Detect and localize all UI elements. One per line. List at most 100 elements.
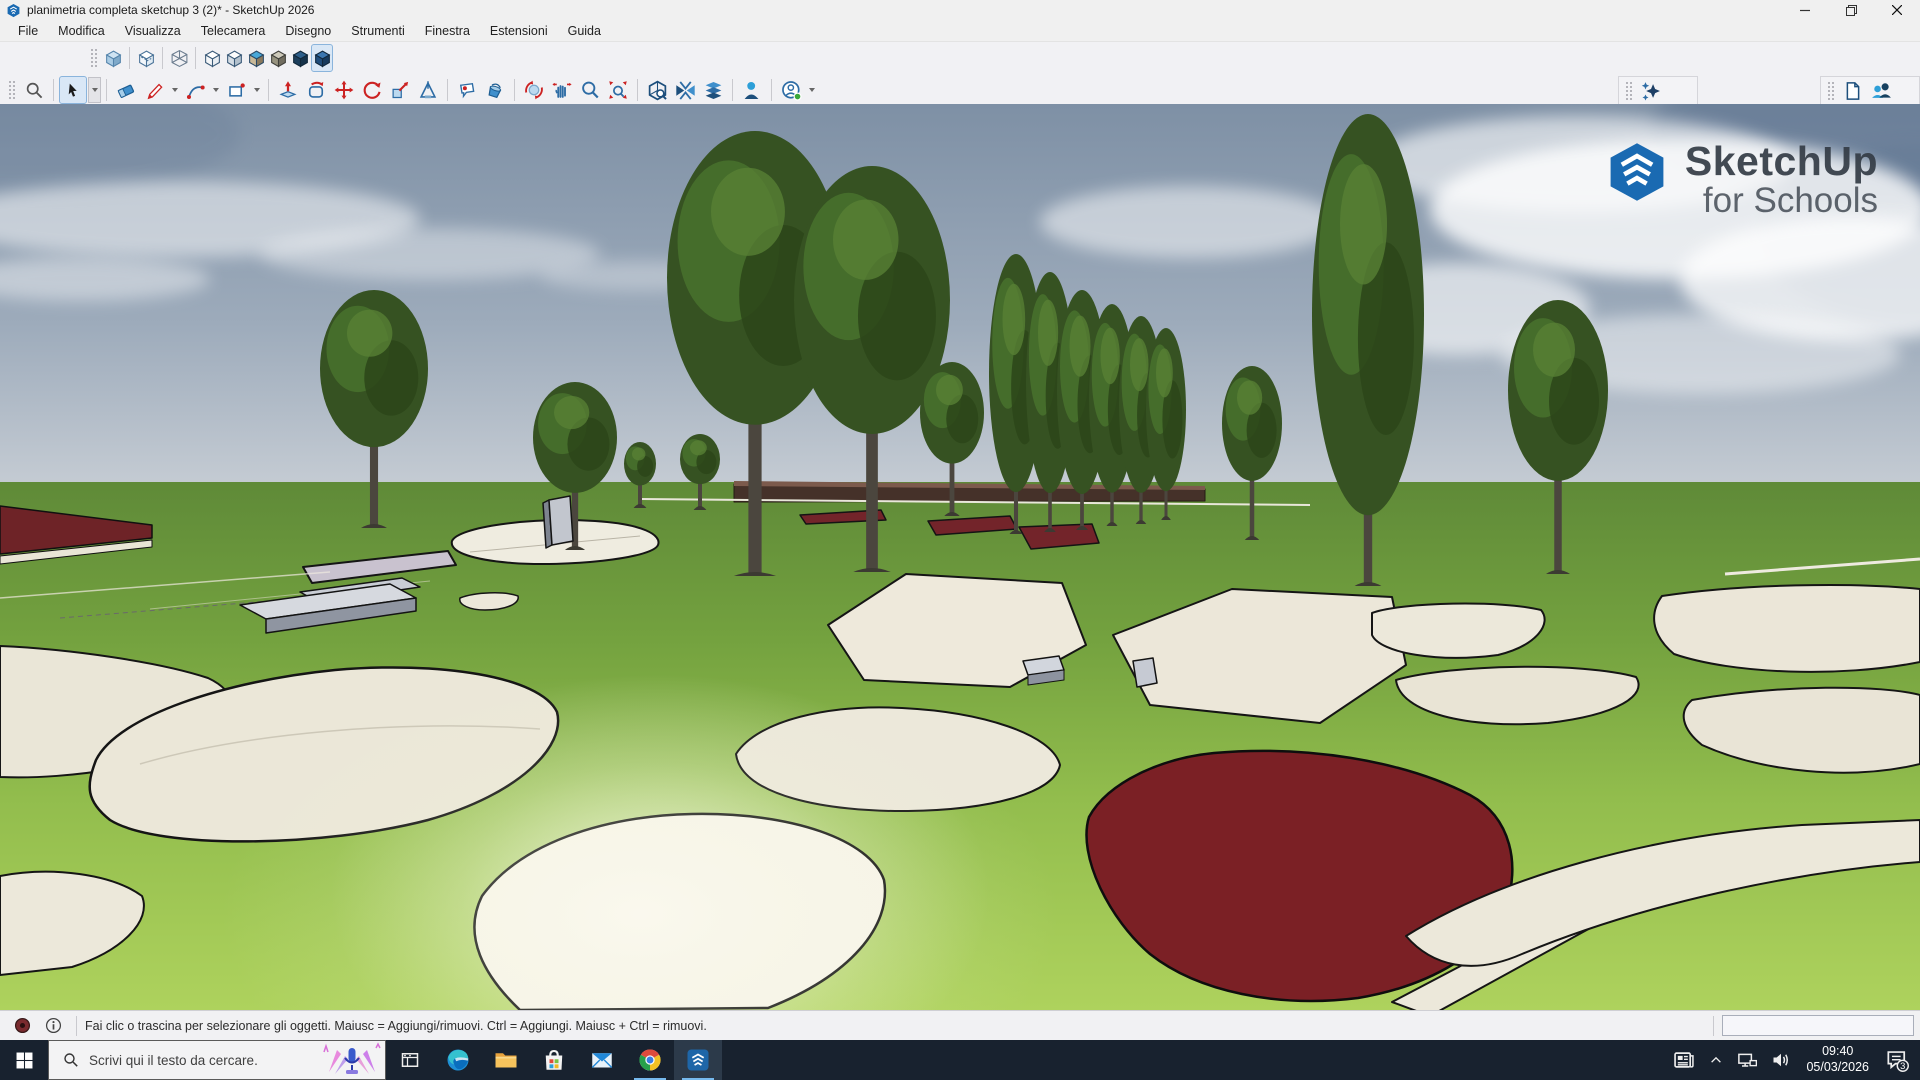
network-tray-button[interactable]: [1730, 1040, 1764, 1080]
paint-bucket-tool-button[interactable]: [481, 76, 509, 104]
file-toolbar-handle[interactable]: [1827, 81, 1834, 101]
chevron-up-icon: [1709, 1053, 1723, 1067]
store-taskbar-icon[interactable]: [530, 1040, 578, 1080]
shaded-cube-button[interactable]: [223, 44, 245, 72]
xray-cube-icon: [104, 49, 123, 68]
minimize-button[interactable]: [1782, 0, 1828, 20]
task-view-button[interactable]: [386, 1040, 434, 1080]
cloud: [1040, 186, 1340, 258]
line-tool-button[interactable]: [140, 76, 168, 104]
tray-clock[interactable]: 09:40 05/03/2026: [1798, 1040, 1877, 1080]
toolbar-drag-handle-2[interactable]: [8, 80, 15, 100]
edge-taskbar-icon[interactable]: [434, 1040, 482, 1080]
tray-chevron-button[interactable]: [1702, 1040, 1730, 1080]
arc-tool-button[interactable]: [181, 76, 209, 104]
rotate-tool-button[interactable]: [358, 76, 386, 104]
menu-strumenti[interactable]: Strumenti: [341, 22, 415, 40]
person-icon: [742, 80, 763, 101]
tags-button[interactable]: [699, 76, 727, 104]
line-tool-dropdown[interactable]: [168, 77, 181, 103]
window-title: planimetria completa sketchup 3 (2)* - S…: [27, 3, 314, 17]
extension-warehouse-button[interactable]: [671, 76, 699, 104]
chrome-taskbar-icon[interactable]: [626, 1040, 674, 1080]
notifications-button[interactable]: 3: [1877, 1040, 1920, 1080]
component-person-button[interactable]: [738, 76, 766, 104]
ai-assistant-button[interactable]: [1637, 77, 1665, 105]
zoom-tool-button[interactable]: [576, 76, 604, 104]
text-callout-icon: [457, 80, 477, 100]
measurements-input[interactable]: [1722, 1015, 1914, 1036]
arc-tool-dropdown[interactable]: [209, 77, 222, 103]
search-icon: [25, 81, 44, 100]
account-button[interactable]: [777, 76, 805, 104]
geolocation-status-icon[interactable]: [14, 1017, 31, 1034]
menu-finestra[interactable]: Finestra: [415, 22, 480, 40]
shapes-tool-dropdown[interactable]: [250, 77, 263, 103]
close-button[interactable]: [1874, 0, 1920, 20]
orbit-tool-button[interactable]: [520, 76, 548, 104]
search-model-button[interactable]: [643, 76, 671, 104]
new-document-button[interactable]: [1839, 77, 1867, 105]
pencil-icon: [145, 81, 164, 100]
menu-visualizza[interactable]: Visualizza: [115, 22, 191, 40]
xray-cube-button[interactable]: [102, 44, 124, 72]
restore-button[interactable]: [1828, 0, 1874, 20]
pan-tool-button[interactable]: [548, 76, 576, 104]
notification-badge: 3: [1900, 1061, 1905, 1071]
shaded-textures-cube-icon: [247, 49, 266, 68]
platform-right-edge-1[interactable]: [1654, 585, 1920, 672]
menu-file[interactable]: File: [8, 22, 48, 40]
volume-tray-button[interactable]: [1764, 1040, 1798, 1080]
news-tray-button[interactable]: [1666, 1040, 1702, 1080]
orbit-icon: [524, 80, 544, 100]
panel[interactable]: [549, 496, 573, 545]
component-search-icon: [647, 80, 668, 101]
menu-telecamera[interactable]: Telecamera: [191, 22, 276, 40]
wireframe-cube-button[interactable]: [168, 44, 190, 72]
ai-toolbar: [1618, 76, 1698, 106]
ai-sparkles-icon: [1640, 80, 1662, 102]
share-button[interactable]: [1867, 77, 1895, 105]
select-tool-dropdown[interactable]: [88, 77, 101, 103]
menu-modifica[interactable]: Modifica: [48, 22, 115, 40]
extension-warehouse-icon: [675, 80, 696, 101]
zoom-extents-tool-button[interactable]: [604, 76, 632, 104]
shapes-tool-button[interactable]: [222, 76, 250, 104]
file-explorer-taskbar-icon[interactable]: [482, 1040, 530, 1080]
sketchup-taskbar-icon[interactable]: [674, 1040, 722, 1080]
ai-toolbar-handle[interactable]: [1625, 81, 1632, 101]
text-tool-button[interactable]: [453, 76, 481, 104]
menu-estensioni[interactable]: Estensioni: [480, 22, 558, 40]
mail-taskbar-icon[interactable]: [578, 1040, 626, 1080]
selected-style-cube-button[interactable]: [311, 44, 333, 72]
search-tool-button[interactable]: [20, 76, 48, 104]
move-icon: [334, 80, 354, 100]
taskbar-search[interactable]: [48, 1040, 386, 1080]
task-view-icon: [400, 1050, 420, 1070]
tape-measure-tool-button[interactable]: [414, 76, 442, 104]
info-status-icon[interactable]: [45, 1017, 62, 1034]
shaded-textures-cube-button[interactable]: [245, 44, 267, 72]
start-button[interactable]: [0, 1040, 48, 1080]
bench-small[interactable]: [1133, 658, 1157, 687]
viewport-3d[interactable]: SketchUp for Schools: [0, 104, 1920, 1010]
menu-guida[interactable]: Guida: [558, 22, 611, 40]
offset-icon: [306, 80, 326, 100]
push-pull-tool-button[interactable]: [274, 76, 302, 104]
menu-disegno[interactable]: Disegno: [275, 22, 341, 40]
select-tool-button[interactable]: [59, 76, 87, 104]
scale-tool-button[interactable]: [386, 76, 414, 104]
account-dropdown[interactable]: [805, 77, 818, 103]
toolbar-drag-handle[interactable]: [90, 48, 97, 68]
hidden-line-cube-button[interactable]: [201, 44, 223, 72]
store-bag-icon: [542, 1048, 566, 1072]
back-edges-cube-icon: [137, 49, 156, 68]
move-tool-button[interactable]: [330, 76, 358, 104]
taskbar-search-input[interactable]: [89, 1053, 321, 1068]
back-edges-cube-button[interactable]: [135, 44, 157, 72]
eraser-tool-button[interactable]: [112, 76, 140, 104]
offset-tool-button[interactable]: [302, 76, 330, 104]
textured-dark-cube-button[interactable]: [289, 44, 311, 72]
monochrome-cube-button[interactable]: [267, 44, 289, 72]
rotate-icon: [362, 80, 382, 100]
